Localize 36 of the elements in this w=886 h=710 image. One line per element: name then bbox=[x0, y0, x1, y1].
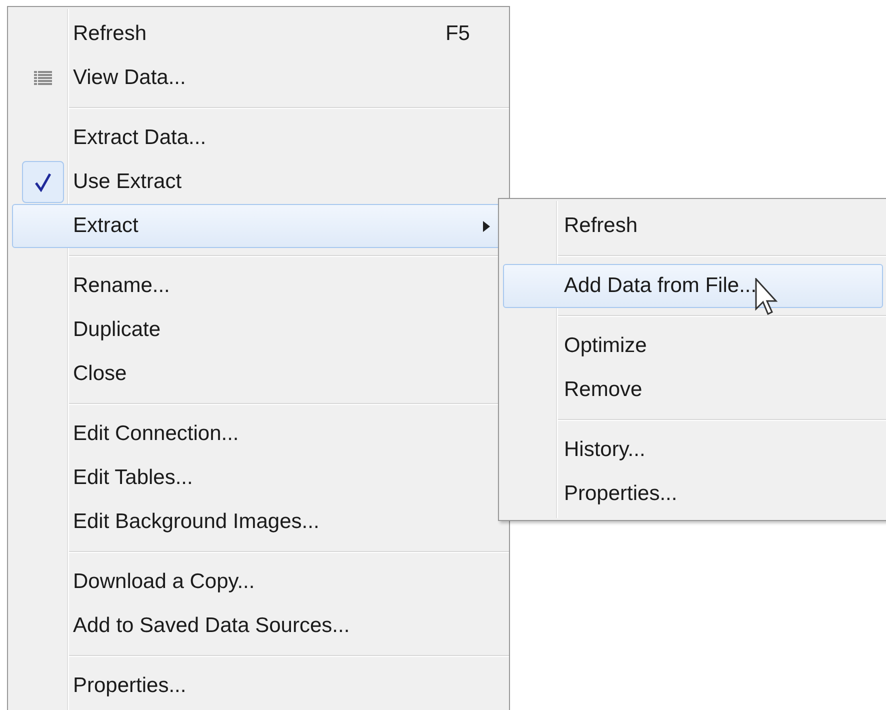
menu-item-label: Optimize bbox=[564, 333, 647, 360]
submenu-arrow-icon bbox=[483, 220, 490, 232]
menu-item-label: Remove bbox=[564, 377, 642, 404]
menu-item-label: Add to Saved Data Sources... bbox=[73, 613, 350, 640]
menu-item-label: View Data... bbox=[73, 65, 186, 92]
menu-item[interactable]: Refresh F5 bbox=[12, 12, 505, 56]
menu-item[interactable]: Use Extract bbox=[12, 160, 505, 204]
menu-item-label: Extract Data... bbox=[73, 125, 206, 152]
menu-item[interactable]: Refresh bbox=[503, 204, 883, 248]
menu-item-label: Edit Connection... bbox=[73, 421, 239, 448]
menu-item[interactable]: History... bbox=[503, 428, 883, 472]
menu-item[interactable]: View Data... bbox=[12, 56, 505, 100]
menu-item-label: Refresh bbox=[564, 213, 638, 240]
menu-item[interactable]: Add to Saved Data Sources... bbox=[12, 604, 505, 648]
menu-item-label: Edit Tables... bbox=[73, 465, 193, 492]
menu-item[interactable]: Download a Copy... bbox=[12, 560, 505, 604]
menu-item-label: History... bbox=[564, 437, 646, 464]
menu-item-label: Download a Copy... bbox=[73, 569, 255, 596]
menu-item[interactable]: Extract Data... bbox=[12, 116, 505, 160]
menu-item-label: Close bbox=[73, 361, 127, 388]
menu-item[interactable]: Properties... bbox=[12, 664, 505, 708]
menu-item-label: Edit Background Images... bbox=[73, 509, 320, 536]
menu-item-label: Refresh bbox=[73, 21, 147, 48]
menu-item[interactable]: Remove bbox=[503, 368, 883, 412]
menu-item-label: Extract bbox=[73, 213, 138, 240]
menu-item[interactable]: Add Data from File... bbox=[503, 264, 883, 308]
menu-item[interactable]: Optimize bbox=[503, 324, 883, 368]
menu-item-label: Add Data from File... bbox=[564, 273, 757, 300]
menu-item-label: Properties... bbox=[73, 673, 186, 700]
menu-item-label: Use Extract bbox=[73, 169, 182, 196]
shortcut-label: F5 bbox=[445, 21, 470, 48]
menu-item-label: Properties... bbox=[564, 481, 678, 508]
grid-icon bbox=[34, 71, 52, 85]
menu-item-label: Duplicate bbox=[73, 317, 161, 344]
menu-item[interactable]: Properties... bbox=[503, 472, 883, 516]
menu-item-label: Rename... bbox=[73, 273, 170, 300]
